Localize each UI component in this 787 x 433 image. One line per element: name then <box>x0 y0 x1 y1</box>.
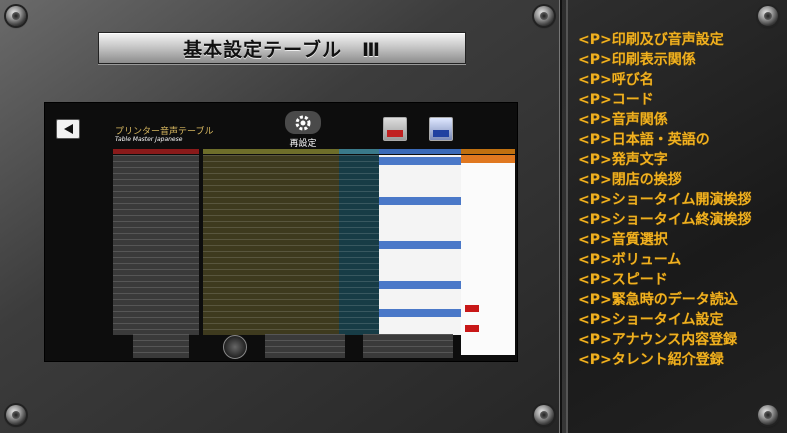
settings-column <box>461 155 515 355</box>
page-title: 基本設定テーブル Ⅲ <box>183 38 381 61</box>
list-item: <P>音声関係 <box>578 112 668 128</box>
list-item: <P>発声文字 <box>578 152 668 168</box>
feature-list: <P>印刷及び音声設定 <P>印刷表示関係 <P>呼び名 <P>コード <P>音… <box>578 30 751 370</box>
gear-icon <box>295 115 311 130</box>
list-item: <P>タレント紹介登録 <box>578 352 724 368</box>
header-band-sound <box>203 149 339 154</box>
list-item: <P>日本語・英語の <box>578 132 710 148</box>
list-item: <P>コード <box>578 92 654 108</box>
list-item: <P>ショータイム終演挨拶 <box>578 212 752 228</box>
reset-button[interactable]: 再設定 <box>283 111 323 149</box>
header-band-text <box>379 149 461 154</box>
header-band-settings <box>461 149 515 154</box>
screw-icon <box>758 6 778 26</box>
list-item: <P>呼び名 <box>578 72 654 88</box>
screw-icon <box>6 6 26 26</box>
request-column <box>113 155 199 335</box>
sound-column <box>203 155 339 335</box>
list-item: <P>印刷表示関係 <box>578 52 696 68</box>
bottom-table-left <box>133 334 189 358</box>
preview-subtitle: Table Master Japanese <box>115 136 183 143</box>
screw-icon <box>534 405 554 425</box>
list-item: <P>ショータイム開演挨拶 <box>578 192 752 208</box>
back-arrow-icon <box>64 124 73 134</box>
list-item: <P>閉店の挨拶 <box>578 172 682 188</box>
announce-text-column <box>379 155 461 335</box>
speaker-icon[interactable] <box>429 117 453 141</box>
list-item: <P>緊急時のデータ読込 <box>578 292 738 308</box>
bottom-table-right <box>363 334 453 358</box>
header-band-announce <box>339 149 379 154</box>
left-panel: 基本設定テーブル Ⅲ プリンター音声テーブル Table Master Japa… <box>0 0 562 433</box>
announce-column <box>339 155 379 335</box>
header-band-request <box>113 149 199 154</box>
list-item: <P>音質選択 <box>578 232 668 248</box>
window-frame: 基本設定テーブル Ⅲ プリンター音声テーブル Table Master Japa… <box>0 0 787 433</box>
list-item: <P>アナウンス内容登録 <box>578 332 738 348</box>
title-bar: 基本設定テーブル Ⅲ <box>98 32 466 64</box>
list-item: <P>印刷及び音声設定 <box>578 32 724 48</box>
screw-icon <box>6 405 26 425</box>
bottom-table-center <box>265 334 345 358</box>
screw-icon <box>758 405 778 425</box>
back-button[interactable] <box>56 119 80 139</box>
list-item: <P>スピード <box>578 272 668 288</box>
reset-label: 再設定 <box>289 139 317 149</box>
list-item: <P>ショータイム設定 <box>578 312 724 328</box>
printer-icon[interactable] <box>383 117 407 141</box>
screenshot-preview: プリンター音声テーブル Table Master Japanese 再設定 <box>44 102 518 362</box>
screw-icon <box>534 6 554 26</box>
list-item: <P>ボリューム <box>578 252 682 268</box>
power-icon[interactable] <box>223 335 247 359</box>
